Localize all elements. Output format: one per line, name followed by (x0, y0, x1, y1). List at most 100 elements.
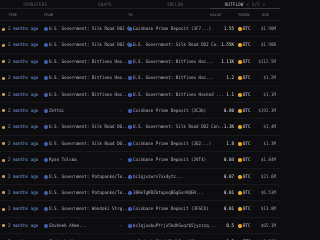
token-label: BTC (243, 26, 251, 31)
usd-cell: $1.90B (260, 42, 276, 48)
arrow-right-icon: → (119, 222, 122, 228)
table-row[interactable]: 2 months ago U.S. Government: Patapanko/T… (0, 169, 280, 185)
token-cell[interactable]: BTC (238, 21, 251, 36)
time-cell[interactable]: 2 months ago (8, 185, 38, 200)
from-cell[interactable]: U.S. Government: Patapanko/To... (44, 185, 130, 200)
status-dot-icon (2, 185, 5, 200)
token-cell[interactable]: BTC (238, 87, 251, 102)
time-cell[interactable]: 2 months ago (8, 103, 38, 118)
tab-swaps[interactable]: SWAPS (70, 0, 140, 9)
value-cell: 1.8 (226, 140, 234, 146)
tab-label: TRANSFERS (22, 2, 48, 7)
table-row[interactable]: 2 months ago U.S. Government: Wondoki Str… (0, 201, 280, 218)
token-cell[interactable]: BTC (238, 218, 251, 233)
token-cell[interactable]: BTC (238, 169, 251, 184)
token-cell[interactable]: BTC (238, 70, 251, 85)
table-row[interactable]: 2 months ago U.S. Government: Bitfinex Ha… (0, 70, 280, 87)
table-row[interactable]: 2 months ago U.S. Government: Silk Road D… (0, 136, 280, 153)
table-row[interactable]: 2 months ago Ryan Tolsma → Coinbase Prime D… (0, 152, 280, 169)
token-cell[interactable]: BTC (238, 119, 251, 134)
entity-icon (128, 207, 132, 212)
tab-inflow[interactable]: INFLOW (140, 0, 210, 9)
token-label: BTC (243, 140, 251, 146)
entity-icon (44, 59, 48, 64)
status-dot-icon (2, 103, 5, 118)
btc-icon (238, 141, 242, 146)
value-cell: 0.00 (223, 107, 234, 113)
from-cell[interactable]: Ryan Tolsma (44, 152, 77, 167)
table-row[interactable]: 2 months ago U.S. Government: Silk Road D… (0, 21, 280, 38)
time-cell[interactable]: 2 months ago (8, 234, 38, 240)
from-label: U.S. Government: Bitfinex Hac... (49, 58, 130, 64)
time-cell[interactable]: 2 months ago (8, 169, 38, 184)
table-row[interactable]: 2 months ago Zettai → Coinbase Prime Deposi… (0, 103, 280, 120)
status-dot-icon (2, 37, 5, 52)
token-header[interactable]: TOKEN (238, 10, 249, 20)
from-cell[interactable]: U.S. Government: Bitfinex Hac... (44, 70, 130, 85)
to-cell[interactable]: bc1qjuxbuPfrjx5kdhSuqrb5jyzzzq... (128, 234, 216, 240)
time-cell[interactable]: 2 months ago (8, 152, 38, 167)
from-cell[interactable]: U.S. Government: Silk Road DOJ Co... (44, 21, 140, 36)
table-row[interactable]: 2 months ago U.S. Government: Patapanko/T… (0, 185, 280, 202)
to-label: Coinbase Prime Deposit (3F7...) (133, 26, 212, 31)
to-cell[interactable]: bc1qjuxbuPfrjx5kdhSuqrb5jyzzzq... (128, 218, 216, 233)
token-cell[interactable]: BTC (238, 185, 251, 200)
from-cell[interactable]: U.S. Government: Silk Road DOJ Co... (44, 37, 140, 52)
from-cell[interactable]: U.S. Government: Wondoki Strg... (44, 201, 130, 216)
tab-outflow[interactable]: OUTFLOW < 1/5 > (210, 0, 280, 9)
usd-cell: $1.90M (260, 26, 276, 31)
time-header[interactable]: TIME (8, 10, 17, 20)
time-cell[interactable]: 2 months ago (8, 218, 38, 233)
from-cell[interactable]: U.S. Government: Bitfinex Hac... (44, 54, 130, 69)
from-cell[interactable]: Shuheeb Ahme... (44, 218, 87, 233)
from-cell[interactable]: U.S. Government: Silk Road DO... (44, 136, 130, 151)
token-cell[interactable]: BTC (238, 37, 251, 52)
from-header[interactable]: FROM (44, 10, 53, 20)
arrow-right-icon: → (119, 189, 122, 195)
to-cell[interactable]: Coinbase Prime Deposit (3FGCX) (128, 201, 209, 216)
to-cell[interactable]: U.S. Government: Bitfinex Hac... (128, 70, 214, 85)
token-cell[interactable]: BTC (238, 201, 251, 216)
to-cell[interactable]: bc1qjxzwrs7vx4ytz... (128, 169, 183, 184)
from-cell[interactable]: Shuheeb Ahme... (44, 234, 87, 240)
to-cell[interactable]: Coinbase Prime Deposit (3F7...) (128, 21, 211, 36)
to-cell[interactable]: Coinbase Prime Deposit (3Q2...) (128, 136, 211, 151)
from-cell[interactable]: U.S. Government: Silk Road DO... (44, 119, 130, 134)
entity-icon (128, 76, 132, 81)
token-cell[interactable]: BTC (238, 136, 251, 151)
to-cell[interactable]: U.S. Government: Bitfinex Hac... (128, 54, 214, 69)
to-label: 38HeTgKRZktopvqBGgGvn9QEH... (133, 189, 204, 195)
table-row[interactable]: 2 months ago U.S. Government: Silk Road D… (0, 119, 280, 136)
time-cell[interactable]: 2 months ago (8, 136, 38, 151)
to-header[interactable]: TO (128, 10, 133, 20)
to-cell[interactable]: 38HeTgKRZktopvqBGgGvn9QEH... (128, 185, 204, 200)
time-cell[interactable]: 2 months ago (8, 87, 38, 102)
table-row[interactable]: 2 months ago U.S. Government: Bitfinex Ha… (0, 87, 280, 103)
time-cell[interactable]: 2 months ago (8, 70, 38, 85)
time-cell[interactable]: 2 months ago (8, 201, 38, 216)
time-cell[interactable]: 2 months ago (8, 21, 38, 36)
table-row[interactable]: 2 months ago Shuheeb Ahme... → bc1qjuxbuPfr… (0, 234, 280, 240)
table-row[interactable]: 2 months ago U.S. Government: Bitfinex Ha… (0, 54, 280, 71)
to-cell[interactable]: Coinbase Prime Deposit (3C3b) (128, 103, 206, 118)
entity-icon (44, 207, 48, 212)
value-header[interactable]: VALUE (210, 10, 221, 20)
to-cell[interactable]: Coinbase Prime Deposit (3VT4) (128, 152, 206, 167)
token-label: BTC (243, 75, 251, 81)
token-cell[interactable]: BTC (238, 103, 251, 118)
from-cell[interactable]: U.S. Government: Bitfinex Hac... (44, 87, 130, 102)
token-cell[interactable]: BTC (238, 234, 251, 240)
table-row[interactable]: 2 months ago Shuheeb Ahme... → bc1qjuxbuPfr… (0, 218, 280, 235)
tab-transfers[interactable]: TRANSFERS (0, 0, 70, 9)
entity-icon (128, 108, 132, 113)
token-cell[interactable]: BTC (238, 152, 251, 167)
time-cell[interactable]: 2 months ago (8, 119, 38, 134)
from-cell[interactable]: U.S. Government: Patapanko/To... (44, 169, 130, 184)
table-row[interactable]: 2 months ago U.S. Government: Silk Road D… (0, 37, 280, 54)
usd-header[interactable]: USD (262, 10, 269, 20)
token-cell[interactable]: BTC (238, 54, 251, 69)
from-cell[interactable]: Zettai (44, 103, 64, 118)
pagination-indicator[interactable]: < 1/5 > (246, 2, 265, 7)
time-cell[interactable]: 2 months ago (8, 37, 38, 52)
time-cell[interactable]: 2 months ago (8, 54, 38, 69)
